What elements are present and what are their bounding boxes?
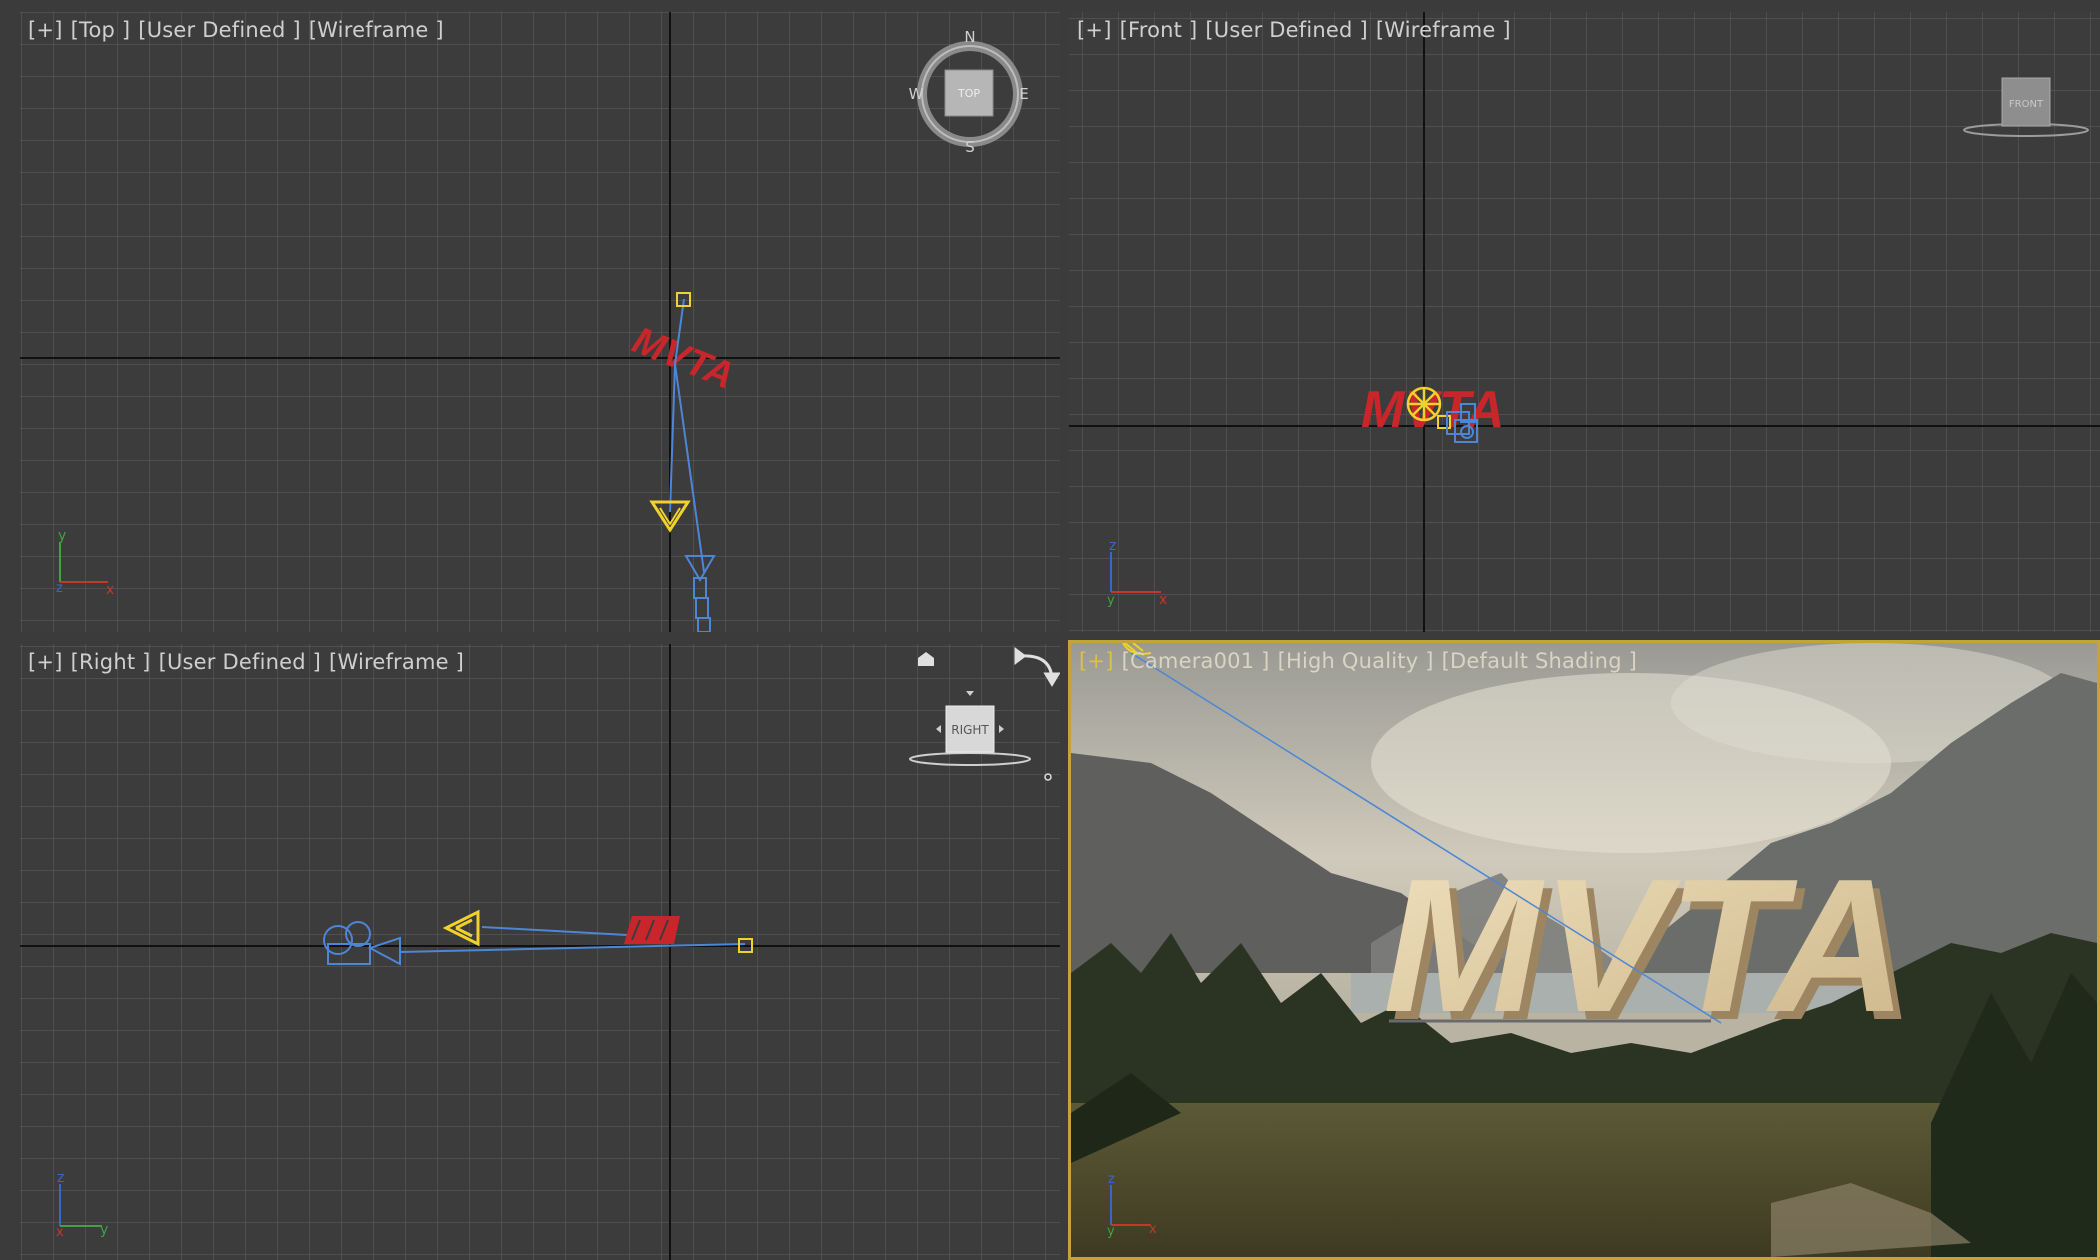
view-type-menu[interactable]: [Front ] <box>1120 18 1198 42</box>
shading-menu[interactable]: [Wireframe ] <box>329 650 464 674</box>
svg-text:y: y <box>58 528 66 544</box>
viewport-plus-menu[interactable]: [+] <box>1079 649 1114 673</box>
view-mode-menu[interactable]: [User Defined ] <box>1205 18 1367 42</box>
viewport-label[interactable]: [+] [Front ] [User Defined ] [Wireframe ] <box>1077 18 1519 42</box>
viewport-camera[interactable]: MVTA MVTA z x y [+] [Camera001 ] [High Qua… <box>1068 640 2100 1260</box>
viewport-top-canvas[interactable]: MVTA TOP N S E W y x z <box>20 12 1060 632</box>
mvta-3d-text[interactable]: MVTA MVTA <box>1383 840 1915 1060</box>
view-mode-menu[interactable]: [High Quality ] <box>1278 649 1434 673</box>
svg-text:x: x <box>1149 1222 1157 1237</box>
spotlight-icon[interactable] <box>1406 386 1442 422</box>
svg-text:FRONT: FRONT <box>2009 99 2044 110</box>
svg-text:TOP: TOP <box>957 87 980 100</box>
svg-text:y: y <box>1107 593 1115 608</box>
svg-text:z: z <box>1109 538 1116 554</box>
grid <box>1069 12 2100 632</box>
svg-text:S: S <box>965 138 975 156</box>
svg-text:x: x <box>56 1225 64 1240</box>
grid <box>20 12 1060 632</box>
svg-text:y: y <box>100 1222 108 1238</box>
mvta-text-object[interactable] <box>624 916 680 944</box>
shading-menu[interactable]: [Default Shading ] <box>1442 649 1637 673</box>
view-mode-menu[interactable]: [User Defined ] <box>159 650 321 674</box>
svg-text:z: z <box>56 581 63 596</box>
grid <box>20 644 1060 1260</box>
view-mode-menu[interactable]: [User Defined ] <box>138 18 300 42</box>
viewport-label[interactable]: [+] [Camera001 ] [High Quality ] [Default S… <box>1079 649 1645 673</box>
viewport-right-canvas[interactable]: RIGHT z y x <box>20 644 1060 1260</box>
viewport-right[interactable]: RIGHT z y x [+] [Right ] [User Defined ] [W… <box>20 644 1060 1260</box>
svg-text:RIGHT: RIGHT <box>951 723 989 737</box>
viewport-top[interactable]: MVTA TOP N S E W y x z [+] [Top] [User … <box>20 12 1060 632</box>
viewport-label[interactable]: [+] [Right ] [User Defined ] [Wireframe ] <box>28 650 472 674</box>
svg-text:x: x <box>1159 592 1167 608</box>
shading-menu[interactable]: [Wireframe ] <box>1376 18 1511 42</box>
view-type-menu[interactable]: [Right ] <box>71 650 151 674</box>
svg-text:N: N <box>964 28 975 46</box>
svg-text:y: y <box>1107 1224 1115 1239</box>
svg-text:x: x <box>106 582 114 598</box>
viewport-front-canvas[interactable]: MVTA FRONT z x y <box>1069 12 2100 632</box>
viewport-label[interactable]: [+] [Top ] [User Defined ] [Wireframe ] <box>28 18 452 42</box>
view-type-menu[interactable]: [Top ] <box>71 18 131 42</box>
viewport-plus-menu[interactable]: [+] <box>1077 18 1112 42</box>
svg-text:z: z <box>57 1170 64 1186</box>
svg-text:z: z <box>1108 1172 1115 1187</box>
shading-menu[interactable]: [Wireframe ] <box>309 18 444 42</box>
camera-render[interactable]: MVTA MVTA z x y <box>1071 643 2097 1257</box>
viewport-front[interactable]: MVTA FRONT z x y [+] [Front] [User Defi… <box>1069 12 2100 632</box>
svg-text:W: W <box>909 85 924 103</box>
svg-text:E: E <box>1019 85 1028 103</box>
viewport-plus-menu[interactable]: [+] <box>28 18 63 42</box>
view-type-menu[interactable]: [Camera001 ] <box>1122 649 1270 673</box>
viewport-plus-menu[interactable]: [+] <box>28 650 63 674</box>
